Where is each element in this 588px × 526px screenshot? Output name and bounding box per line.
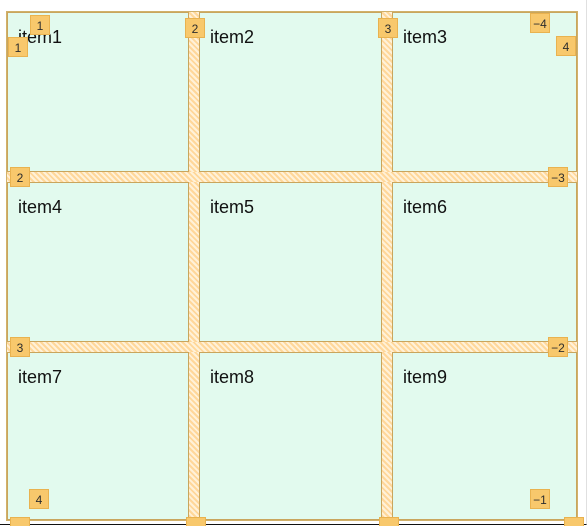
grid-item-4: item4: [7, 182, 189, 342]
column-line-number-badge: −4: [530, 13, 550, 33]
row-line-number-badge: −3: [548, 167, 568, 187]
row-line-number-badge: 2: [10, 167, 30, 187]
row-line-number-badge: 4: [556, 36, 576, 56]
column-line-number-badge: 2: [185, 18, 205, 38]
grid-item-3: item3: [392, 12, 577, 172]
grid-item-label: item6: [403, 197, 448, 217]
column-gap-2: [382, 12, 392, 520]
column-line-number-badge: −1: [530, 489, 550, 509]
grid-item-label: item9: [403, 367, 448, 387]
grid-item-label: item4: [18, 197, 63, 217]
column-line-number-badge: 4: [29, 489, 49, 509]
grid-item-label: item3: [403, 27, 448, 47]
clipped-line-number-badge: [564, 517, 584, 526]
grid-item-label: item7: [18, 367, 63, 387]
clipped-line-number-badge: [10, 517, 30, 526]
grid-item-label: item2: [210, 27, 255, 47]
grid-item-label: item5: [210, 197, 255, 217]
row-line-number-badge: 1: [8, 37, 28, 57]
grid-container: item1 item2 item3 item4 item5 item6 item…: [6, 11, 578, 521]
grid-item-2: item2: [199, 12, 382, 172]
grid-item-label: item8: [210, 367, 255, 387]
column-line-number-badge: 1: [30, 15, 50, 35]
clipped-line-number-badge: [379, 517, 399, 526]
row-gap-2: [7, 342, 577, 352]
clipped-line-number-badge: [186, 517, 206, 526]
column-gap-1: [189, 12, 199, 520]
grid-item-6: item6: [392, 182, 577, 342]
row-gap-1: [7, 172, 577, 182]
grid-item-8: item8: [199, 352, 382, 520]
column-line-number-badge: 3: [378, 18, 398, 38]
row-line-number-badge: −2: [548, 337, 568, 357]
grid-item-1: item1: [7, 12, 189, 172]
row-line-number-badge: 3: [10, 337, 30, 357]
grid-item-5: item5: [199, 182, 382, 342]
